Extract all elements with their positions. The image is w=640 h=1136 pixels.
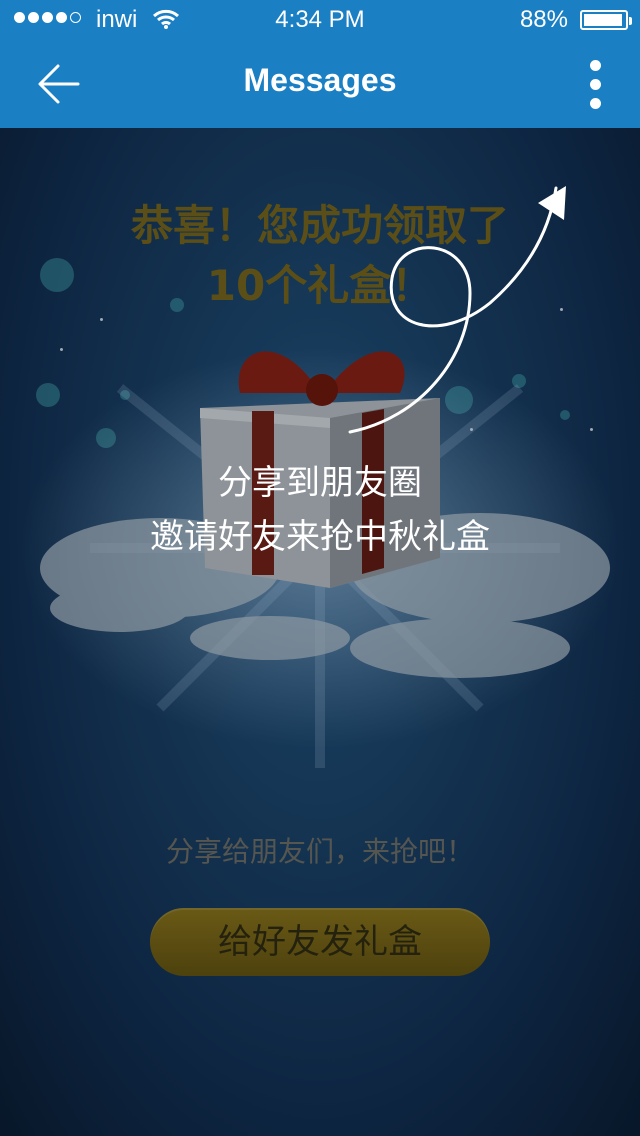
more-options-button[interactable] <box>580 56 610 112</box>
navigation-bar: Messages <box>0 40 640 128</box>
share-hint-text: 分享给朋友们，来抢吧！ <box>165 835 474 868</box>
status-bar: inwi 4:34 PM 88% <box>0 0 640 40</box>
battery-icon <box>580 10 632 30</box>
share-instruction-line-2: 邀请好友来抢中秋礼盒 <box>150 517 490 557</box>
gift-share-screen: 恭喜！您成功领取了 10个礼盒！ 分享到朋友圈 邀请好友来抢中秋礼盒 分享给朋友… <box>0 128 640 1136</box>
share-hint-arrow-icon <box>348 186 566 434</box>
share-instruction: 分享到朋友圈 邀请好友来抢中秋礼盒 <box>0 456 640 564</box>
more-vertical-icon <box>589 59 601 71</box>
share-instruction-line-1: 分享到朋友圈 <box>218 463 422 503</box>
send-gift-button[interactable]: 给好友发礼盒 <box>150 908 490 976</box>
battery-percentage: 88% <box>519 6 568 33</box>
page-title: Messages <box>243 62 397 98</box>
